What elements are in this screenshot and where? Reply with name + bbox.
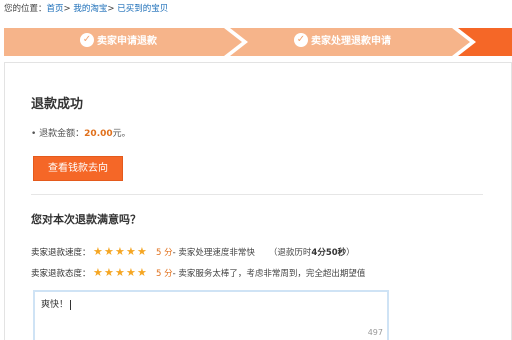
rating-description: - 卖家服务太棒了，考虑非常周到，完全超出期望值 <box>172 269 366 279</box>
refund-amount: • 退款金额：20.00元。 <box>31 126 131 139</box>
rating-row-speed: 卖家退款速度： ★★★★★ 5 分- 卖家处理速度非常快 （退款历时4分50秒） <box>31 245 355 259</box>
star-icon[interactable]: ★ <box>104 266 115 280</box>
breadcrumb-separator: > <box>63 4 71 14</box>
breadcrumb-separator: > <box>107 4 115 14</box>
rating-row-attitude: 卖家退款态度： ★★★★★ 5 分- 卖家服务太棒了，考虑非常周到，完全超出期望值 <box>31 266 365 280</box>
rating-label: 卖家退款速度： <box>31 248 91 258</box>
rating-label: 卖家退款态度： <box>31 269 91 279</box>
check-icon: ✓ <box>294 33 308 47</box>
char-counter: 497 <box>367 328 383 337</box>
step-2-label: ✓ 卖家处理退款申请 <box>294 28 391 56</box>
rating-description: - 卖家处理速度非常快 <box>172 248 255 258</box>
breadcrumb-prefix: 您的位置： <box>4 4 47 14</box>
breadcrumb-purchased-link[interactable]: 已买到的宝贝 <box>117 4 168 14</box>
breadcrumb-home-link[interactable]: 首页 <box>47 4 64 14</box>
star-icon[interactable]: ★ <box>93 266 104 280</box>
refund-duration-suffix: ） <box>346 248 355 258</box>
star-icon[interactable]: ★ <box>115 245 126 259</box>
star-icon[interactable]: ★ <box>137 266 148 280</box>
refund-duration: （退款历时4分50秒） <box>269 248 355 258</box>
refund-duration-value: 4分50秒 <box>311 248 347 258</box>
star-icon[interactable]: ★ <box>93 245 104 259</box>
star-icon[interactable]: ★ <box>104 245 115 259</box>
refund-amount-value: 20.00 <box>84 129 113 139</box>
step-1-label: ✓ 卖家申请退款 <box>80 28 157 56</box>
check-icon: ✓ <box>80 33 94 47</box>
progress-steps: ✓ 卖家申请退款 ✓ 卖家处理退款申请 <box>4 28 512 56</box>
text-caret <box>70 299 72 310</box>
divider <box>31 194 483 195</box>
breadcrumb-my-taobao-link[interactable]: 我的淘宝 <box>73 4 107 14</box>
rating-score: 5 分 <box>156 248 173 258</box>
view-money-flow-button[interactable]: 查看钱款去向 <box>33 156 123 181</box>
step-1-text: 卖家申请退款 <box>97 36 157 47</box>
refund-amount-unit: 元。 <box>112 129 131 139</box>
satisfaction-question: 您对本次退款满意吗？ <box>31 213 141 226</box>
rating-score: 5 分 <box>156 269 173 279</box>
star-icon[interactable]: ★ <box>126 245 137 259</box>
breadcrumb: 您的位置：首页> 我的淘宝> 已买到的宝贝 <box>4 2 168 16</box>
step-2-text: 卖家处理退款申请 <box>311 36 391 47</box>
star-icon[interactable]: ★ <box>126 266 137 280</box>
comment-text: 爽快！ <box>41 300 69 310</box>
refund-duration-prefix: （退款历时 <box>268 248 312 258</box>
star-icon[interactable]: ★ <box>115 266 126 280</box>
comment-textarea[interactable]: 爽快！ 497 <box>33 290 389 340</box>
page-title: 退款成功 <box>31 97 84 112</box>
star-icon[interactable]: ★ <box>137 245 148 259</box>
star-rating-attitude[interactable]: ★★★★★ <box>93 266 148 280</box>
refund-amount-label: • 退款金额： <box>31 129 85 139</box>
star-rating-speed[interactable]: ★★★★★ <box>93 245 148 259</box>
